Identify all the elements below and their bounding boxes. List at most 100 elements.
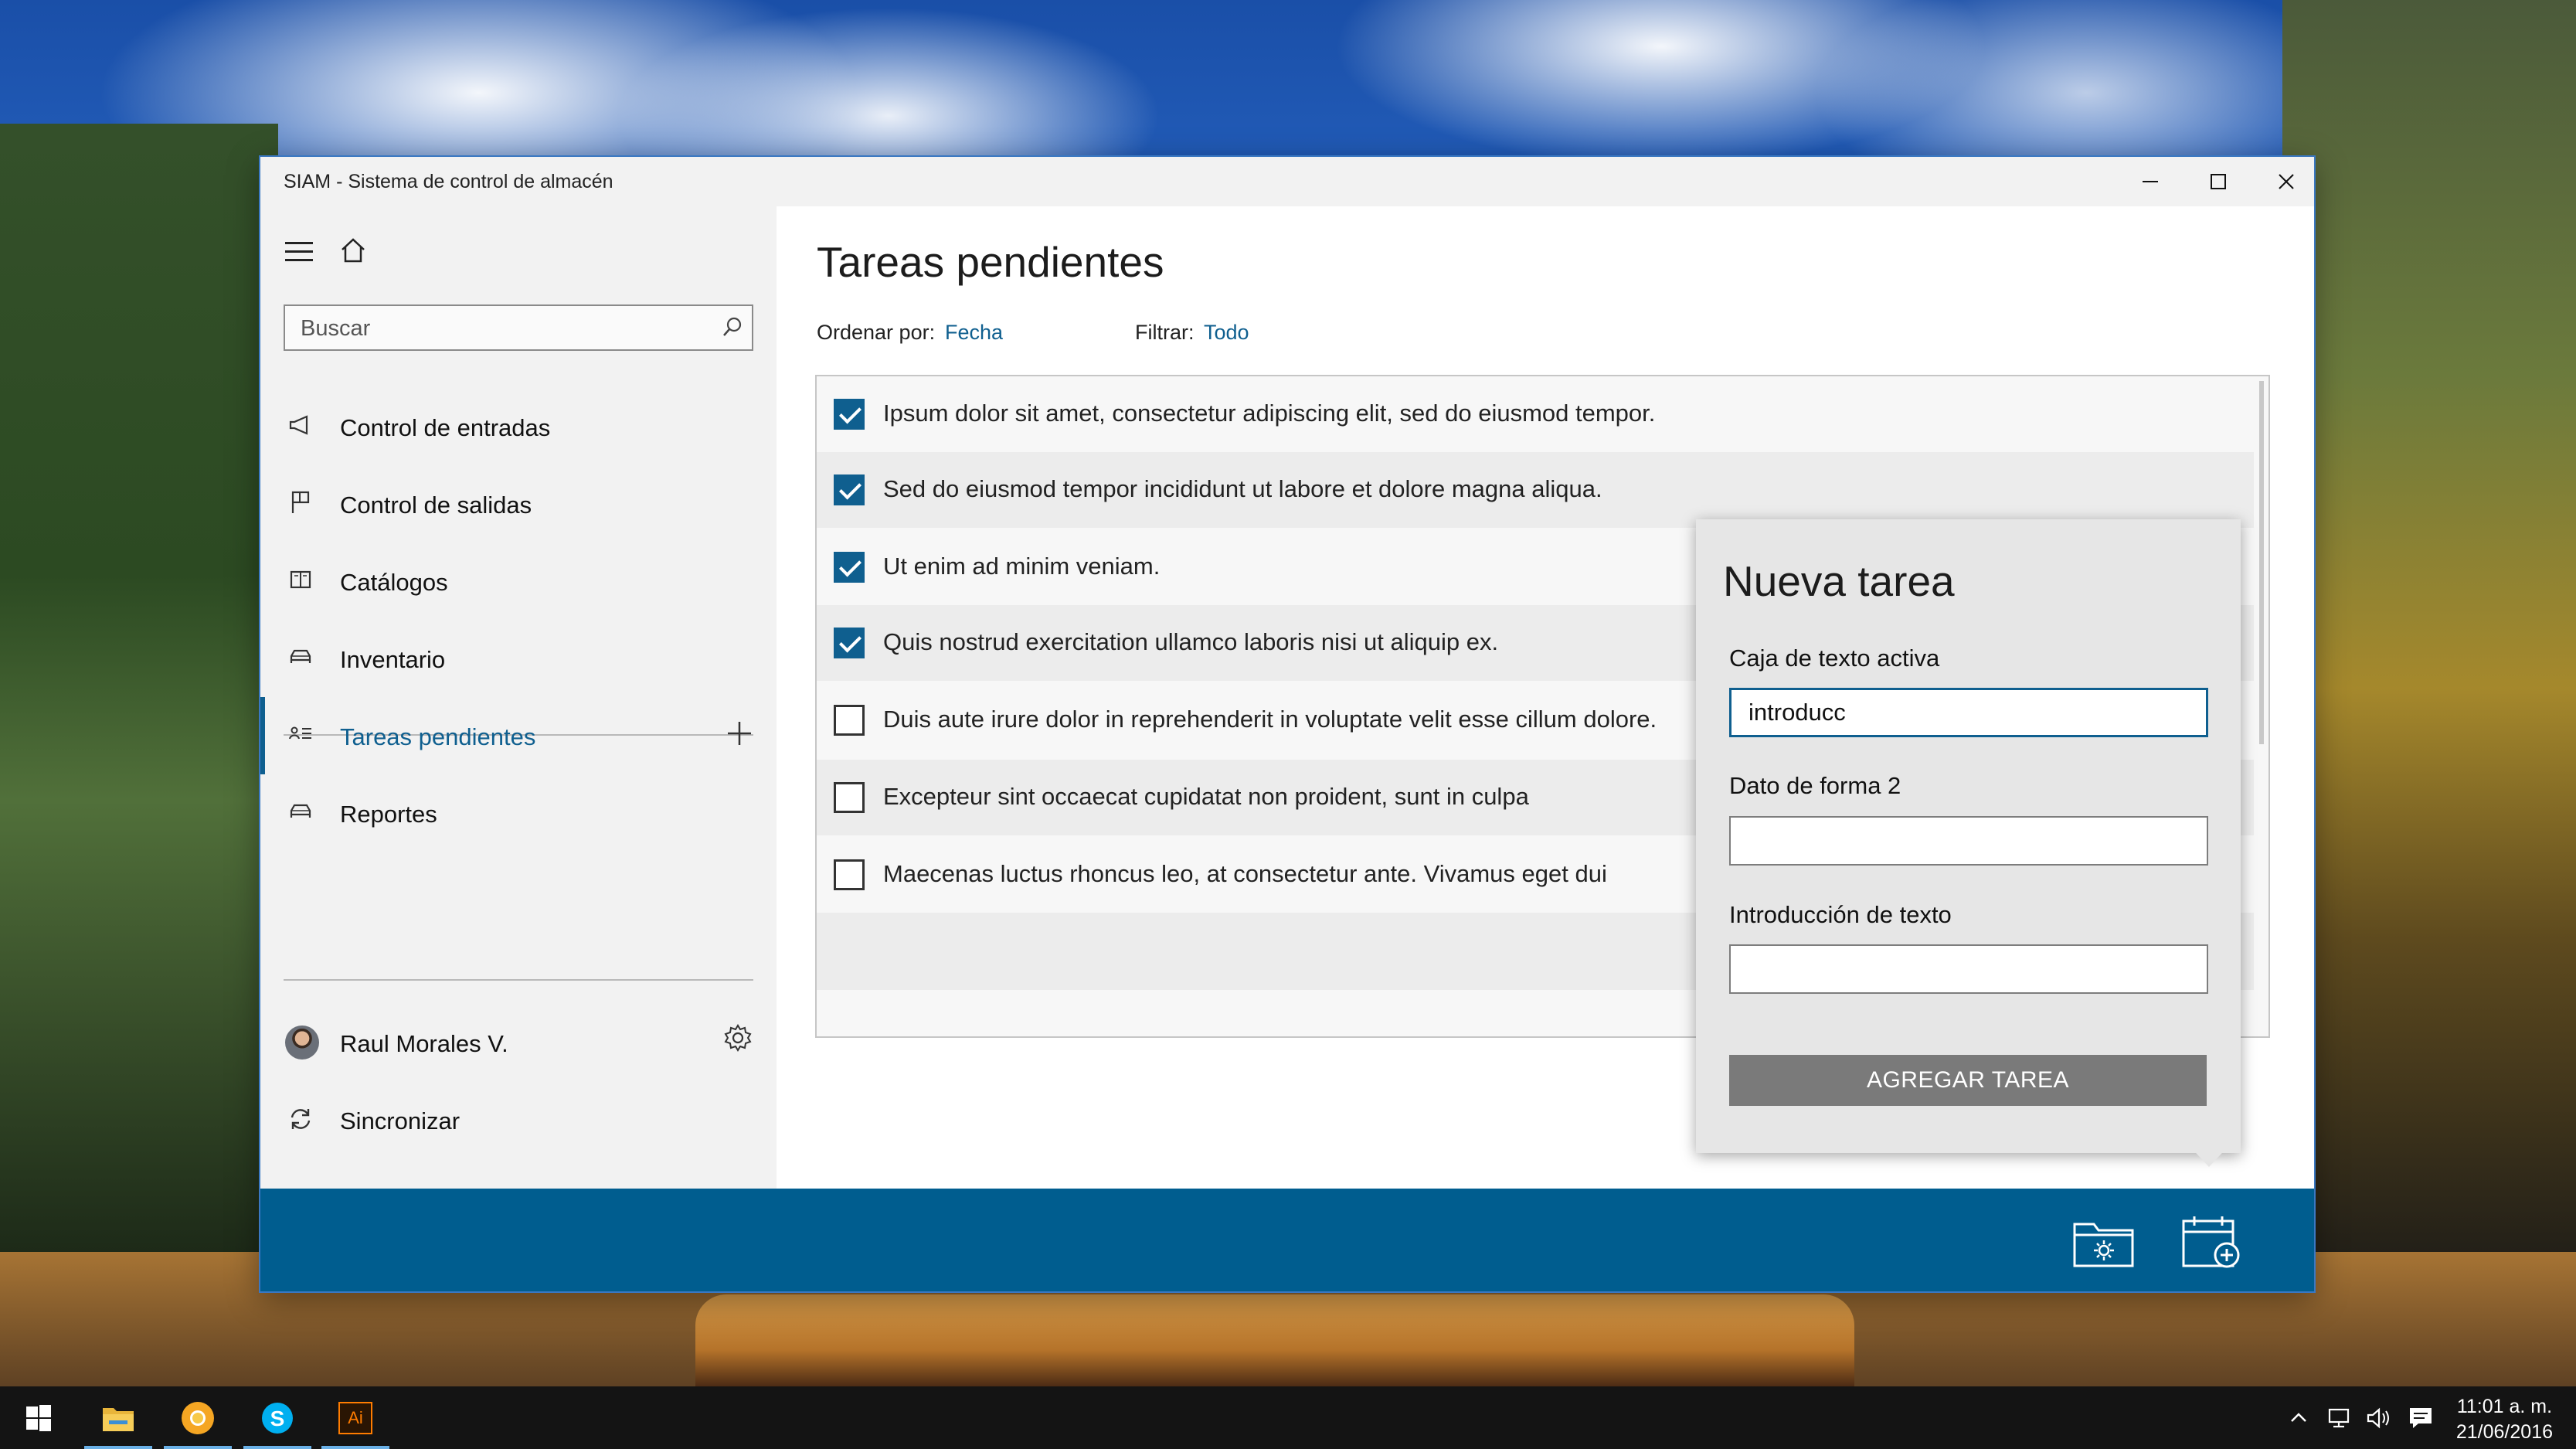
filter-dropdown[interactable]: Todo bbox=[1204, 321, 1249, 345]
sidebar-item-inventario[interactable]: Inventario bbox=[260, 620, 777, 697]
calendar-add-icon[interactable] bbox=[2180, 1215, 2242, 1269]
sidebar-item-label: Tareas pendientes bbox=[340, 723, 536, 750]
text-entry-input[interactable] bbox=[1729, 944, 2208, 994]
taskbar-clock[interactable]: 11:01 a. m. 21/06/2016 bbox=[2456, 1394, 2553, 1445]
form-data-2-input[interactable] bbox=[1729, 816, 2208, 866]
active-app-indicator bbox=[243, 1446, 311, 1449]
sidebar-item-label: Catálogos bbox=[340, 569, 448, 596]
list-scrollbar[interactable] bbox=[2259, 381, 2264, 744]
flyout-pointer bbox=[2187, 1144, 2231, 1167]
active-app-indicator bbox=[84, 1446, 152, 1449]
task-checkbox[interactable] bbox=[834, 552, 865, 583]
minimize-icon bbox=[2143, 181, 2158, 182]
skype-taskbar-button[interactable]: S bbox=[239, 1386, 316, 1449]
hamburger-menu-icon[interactable] bbox=[284, 237, 314, 268]
sort-dropdown[interactable]: Fecha bbox=[945, 321, 1003, 345]
task-text: Ut enim ad minim veniam. bbox=[883, 553, 1161, 580]
task-checkbox[interactable] bbox=[834, 782, 865, 813]
gear-icon[interactable] bbox=[722, 1022, 753, 1061]
list-item[interactable]: Sed do eiusmod tempor incididunt ut labo… bbox=[817, 452, 2254, 528]
sync-icon bbox=[287, 1106, 314, 1134]
list-item[interactable]: Ipsum dolor sit amet, consectetur adipis… bbox=[817, 376, 2254, 452]
sidebar-item-label: Control de salidas bbox=[340, 492, 532, 519]
filter-label: Filtrar: bbox=[1135, 321, 1195, 344]
active-indicator bbox=[260, 697, 265, 774]
field3-label: Introducción de texto bbox=[1729, 901, 1952, 928]
flag-icon bbox=[287, 490, 314, 518]
chrome-taskbar-button[interactable] bbox=[159, 1386, 236, 1449]
maximize-icon bbox=[2211, 174, 2226, 189]
wallpaper-right-hills bbox=[2282, 0, 2576, 1252]
sort-label: Ordenar por: bbox=[817, 321, 936, 344]
file-explorer-taskbar-button[interactable] bbox=[80, 1386, 157, 1449]
sidebar-item-label: Inventario bbox=[340, 646, 446, 673]
sync-button[interactable]: Sincronizar bbox=[260, 1081, 777, 1158]
home-icon[interactable] bbox=[338, 236, 368, 273]
close-icon bbox=[2279, 174, 2294, 189]
maximize-button[interactable] bbox=[2184, 157, 2252, 206]
page-title: Tareas pendientes bbox=[817, 238, 1164, 286]
active-text-input[interactable] bbox=[1729, 688, 2208, 737]
avatar bbox=[285, 1026, 319, 1060]
sidebar-item-label: Control de entradas bbox=[340, 414, 551, 441]
task-text: Maecenas luctus rhoncus leo, at consecte… bbox=[883, 860, 1607, 887]
task-text: Excepteur sint occaecat cupidatat non pr… bbox=[883, 783, 1529, 810]
start-icon bbox=[26, 1404, 51, 1431]
task-checkbox[interactable] bbox=[834, 474, 865, 505]
task-checkbox[interactable] bbox=[834, 705, 865, 736]
user-profile[interactable]: Raul Morales V. bbox=[260, 1004, 777, 1081]
start-button[interactable] bbox=[0, 1386, 77, 1449]
megaphone-icon bbox=[287, 413, 314, 440]
sidebar-item-reportes[interactable]: Reportes bbox=[260, 774, 777, 852]
task-text: Ipsum dolor sit amet, consectetur adipis… bbox=[883, 400, 1656, 427]
navigation-pane: Control de entradas Control de salidas C… bbox=[260, 206, 777, 1189]
svg-text:S: S bbox=[270, 1406, 285, 1430]
active-app-indicator bbox=[321, 1446, 389, 1449]
user-name: Raul Morales V. bbox=[340, 1030, 508, 1057]
close-button[interactable] bbox=[2252, 157, 2320, 206]
task-checkbox[interactable] bbox=[834, 859, 865, 890]
window-title: SIAM - Sistema de control de almacén bbox=[284, 171, 613, 192]
clock-date: 21/06/2016 bbox=[2455, 1421, 2553, 1443]
title-bar[interactable]: SIAM - Sistema de control de almacén bbox=[260, 157, 2314, 206]
active-app-indicator bbox=[164, 1446, 232, 1449]
skype-icon: S bbox=[262, 1402, 293, 1434]
task-text: Sed do eiusmod tempor incididunt ut labo… bbox=[883, 475, 1602, 502]
car-icon bbox=[287, 645, 314, 672]
add-task-plus-icon[interactable] bbox=[726, 714, 753, 756]
field2-label: Dato de forma 2 bbox=[1729, 772, 1901, 799]
field1-label: Caja de texto activa bbox=[1729, 645, 1940, 672]
flyout-title: Nueva tarea bbox=[1723, 557, 1955, 605]
task-checkbox[interactable] bbox=[834, 628, 865, 658]
sync-label: Sincronizar bbox=[340, 1107, 460, 1134]
task-text: Quis nostrud exercitation ullamco labori… bbox=[883, 628, 1499, 655]
sidebar-item-label: Reportes bbox=[340, 801, 437, 828]
sidebar-item-tareas-pendientes[interactable]: Tareas pendientes bbox=[260, 697, 777, 774]
search-input[interactable] bbox=[285, 306, 719, 351]
add-task-button[interactable]: AGREGAR TAREA bbox=[1729, 1055, 2207, 1106]
illustrator-icon: Ai bbox=[338, 1401, 372, 1434]
new-task-flyout: Nueva tarea Caja de texto activa Dato de… bbox=[1696, 519, 2241, 1153]
task-list-icon bbox=[287, 722, 314, 750]
search-icon[interactable] bbox=[721, 315, 744, 344]
sidebar-item-control-de-salidas[interactable]: Control de salidas bbox=[260, 465, 777, 543]
illustrator-taskbar-button[interactable]: Ai bbox=[317, 1386, 394, 1449]
command-bar bbox=[260, 1189, 2314, 1291]
file-explorer-icon bbox=[103, 1407, 134, 1431]
sidebar-divider bbox=[284, 979, 753, 981]
clock-time: 11:01 a. m. bbox=[2456, 1396, 2553, 1417]
minimize-button[interactable] bbox=[2116, 157, 2184, 206]
sidebar-item-catalogos[interactable]: Catálogos bbox=[260, 543, 777, 620]
tray-overflow-chevron-icon[interactable] bbox=[2289, 1386, 2309, 1449]
task-checkbox[interactable] bbox=[834, 399, 865, 430]
sidebar-item-control-de-entradas[interactable]: Control de entradas bbox=[260, 388, 777, 465]
chrome-canary-icon bbox=[182, 1401, 214, 1434]
search-box[interactable] bbox=[284, 304, 753, 351]
taskbar: S Ai 11:01 a. m. 21/06/2016 bbox=[0, 1386, 2576, 1449]
wallpaper-canoe bbox=[695, 1294, 1854, 1387]
action-center-icon[interactable] bbox=[2408, 1386, 2434, 1449]
wallpaper-left-hills bbox=[0, 124, 278, 1252]
folder-settings-icon[interactable] bbox=[2072, 1215, 2134, 1269]
network-icon[interactable] bbox=[2327, 1386, 2353, 1449]
volume-icon[interactable] bbox=[2366, 1386, 2392, 1449]
